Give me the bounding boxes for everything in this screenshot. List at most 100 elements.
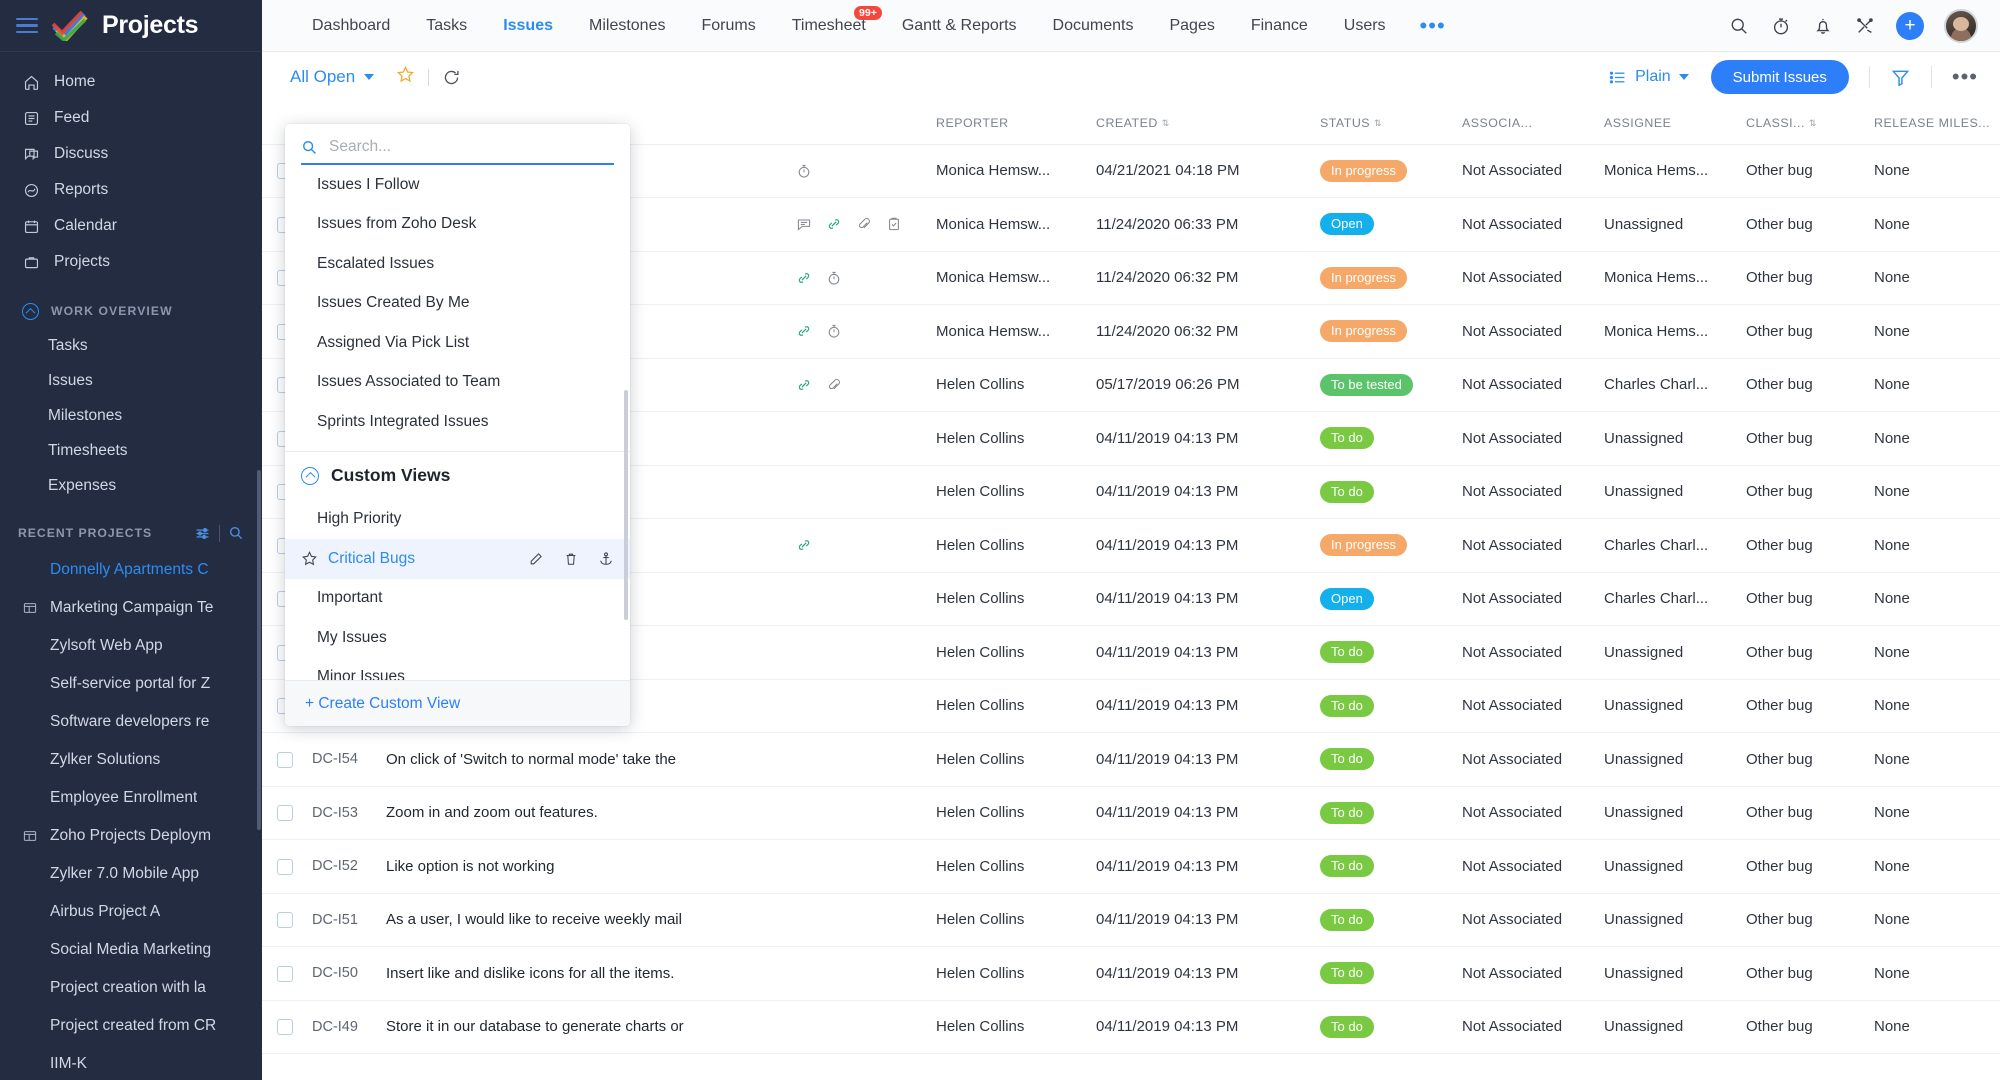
add-new-button[interactable]: +	[1896, 11, 1924, 40]
col-classification[interactable]: CLASSI... ⇅	[1740, 102, 1868, 145]
table-row[interactable]: DC-I50 Insert like and dislike icons for …	[262, 946, 2000, 1001]
attach-icon[interactable]	[856, 216, 872, 232]
view-selector-dropdown[interactable]: All Open	[290, 67, 375, 87]
row-title[interactable]: Insert like and dislike icons for all th…	[380, 946, 790, 1001]
tab-documents[interactable]: Documents	[1035, 0, 1152, 52]
row-status[interactable]: Open	[1314, 197, 1456, 252]
row-status[interactable]: To do	[1314, 786, 1456, 840]
row-status[interactable]: In progress	[1314, 518, 1456, 573]
dropdown-item-sprints-integrated-issues[interactable]: Sprints Integrated Issues	[285, 402, 630, 442]
clipboard-icon[interactable]	[886, 216, 902, 232]
table-row[interactable]: DC-I49 Store it in our database to genera…	[262, 1000, 2000, 1054]
sidebar-item-discuss[interactable]: Discuss	[0, 136, 262, 172]
comment-icon[interactable]	[796, 216, 812, 232]
dropdown-item-important[interactable]: Important	[285, 579, 630, 619]
row-id[interactable]: DC-I53	[308, 786, 380, 840]
project-item-zoho-projects-deployment[interactable]: Zoho Projects Deploym	[0, 817, 262, 855]
dropdown-item-escalated-issues[interactable]: Escalated Issues	[285, 244, 630, 284]
sidebar-item-home[interactable]: Home	[0, 64, 262, 100]
project-item-self-service-portal[interactable]: Self-service portal for Z	[0, 665, 262, 703]
row-status[interactable]: In progress	[1314, 144, 1456, 198]
project-item-zylker-solutions[interactable]: Zylker Solutions	[0, 741, 262, 779]
tab-timesheet[interactable]: Timesheet 99+	[774, 0, 884, 52]
row-checkbox[interactable]	[277, 912, 293, 929]
project-item-project-creation-with-la[interactable]: Project creation with la	[0, 969, 262, 1007]
delete-icon[interactable]	[563, 551, 579, 567]
link-green-icon[interactable]	[796, 377, 812, 393]
dropdown-item-issues-created-by-me[interactable]: Issues Created By Me	[285, 284, 630, 324]
row-status[interactable]: To do	[1314, 732, 1456, 787]
tab-gantt-reports[interactable]: Gantt & Reports	[884, 0, 1035, 52]
col-release-milestone[interactable]: RELEASE MILES...	[1868, 102, 2000, 145]
project-item-employee-enrollment[interactable]: Employee Enrollment	[0, 779, 262, 817]
sidebar-item-projects[interactable]: Projects	[0, 244, 262, 280]
more-options-icon[interactable]: •••	[1952, 66, 1978, 88]
search-input[interactable]	[329, 138, 614, 156]
project-item-donnelly-apartments[interactable]: Donnelly Apartments C	[0, 551, 262, 589]
tab-pages[interactable]: Pages	[1151, 0, 1232, 52]
table-row[interactable]: DC-I52 Like option is not working Helen Co…	[262, 839, 2000, 894]
col-status[interactable]: STATUS ⇅	[1314, 102, 1456, 145]
row-id[interactable]: DC-I50	[308, 946, 380, 1001]
more-tabs-icon[interactable]: •••	[1404, 6, 1462, 46]
row-title[interactable]: On click of 'Switch to normal mode' take…	[380, 732, 790, 787]
row-title[interactable]: Zoom in and zoom out features.	[380, 786, 790, 840]
row-checkbox[interactable]	[277, 858, 293, 875]
tab-dashboard[interactable]: Dashboard	[294, 0, 408, 52]
row-status[interactable]: To do	[1314, 465, 1456, 519]
tab-users[interactable]: Users	[1326, 0, 1404, 52]
col-reporter[interactable]: REPORTER	[930, 102, 1090, 145]
row-status[interactable]: To do	[1314, 946, 1456, 1001]
timer-icon[interactable]	[1770, 15, 1792, 37]
table-row[interactable]: DC-I53 Zoom in and zoom out features. Hele…	[262, 786, 2000, 840]
project-item-project-created-from-cr[interactable]: Project created from CR	[0, 1007, 262, 1045]
link-green-icon[interactable]	[796, 323, 812, 339]
layout-mode-selector[interactable]: Plain	[1608, 68, 1689, 87]
col-associated[interactable]: ASSOCIA...	[1456, 102, 1598, 145]
row-status[interactable]: To be tested	[1314, 358, 1456, 412]
sidebar-item-timesheets[interactable]: Timesheets	[0, 433, 262, 468]
dropdown-item-issues-i-follow[interactable]: Issues I Follow	[285, 165, 630, 205]
favorite-star-icon[interactable]	[396, 65, 415, 90]
row-id[interactable]: DC-I49	[308, 1000, 380, 1054]
timer-icon[interactable]	[826, 323, 842, 339]
dropdown-item-high-priority[interactable]: High Priority	[285, 500, 630, 540]
row-status[interactable]: To do	[1314, 679, 1456, 733]
tools-icon[interactable]	[1854, 15, 1876, 37]
row-status[interactable]: To do	[1314, 1000, 1456, 1054]
link-green-icon[interactable]	[826, 216, 842, 232]
project-item-software-developers[interactable]: Software developers re	[0, 703, 262, 741]
work-overview-section-header[interactable]: WORK OVERVIEW	[0, 294, 262, 328]
attach-icon[interactable]	[826, 377, 842, 393]
filter-icon[interactable]	[1890, 67, 1911, 88]
user-avatar[interactable]	[1944, 8, 1978, 43]
tab-forums[interactable]: Forums	[683, 0, 773, 52]
row-status[interactable]: To do	[1314, 411, 1456, 466]
sort-icon[interactable]: ⇅	[1162, 118, 1170, 128]
col-created[interactable]: CREATED ⇅	[1090, 102, 1314, 145]
table-row[interactable]: DC-I51 As a user, I would like to receive…	[262, 893, 2000, 947]
row-status[interactable]: Open	[1314, 572, 1456, 626]
create-custom-view-link[interactable]: + Create Custom View	[305, 695, 460, 713]
anchor-icon[interactable]	[598, 551, 614, 567]
dropdown-item-issues-from-zoho-desk[interactable]: Issues from Zoho Desk	[285, 205, 630, 245]
row-id[interactable]: DC-I52	[308, 839, 380, 894]
edit-icon[interactable]	[528, 551, 544, 567]
sidebar-item-expenses[interactable]: Expenses	[0, 468, 262, 503]
row-title[interactable]: As a user, I would like to receive weekl…	[380, 893, 790, 947]
tab-tasks[interactable]: Tasks	[408, 0, 485, 52]
timer-icon[interactable]	[826, 270, 842, 286]
dropdown-item-critical-bugs[interactable]: Critical Bugs	[285, 539, 630, 579]
hamburger-menu-icon[interactable]	[16, 17, 38, 34]
row-checkbox[interactable]	[277, 965, 293, 982]
col-assignee[interactable]: ASSIGNEE	[1598, 102, 1740, 145]
sidebar-item-feed[interactable]: Feed	[0, 100, 262, 136]
sidebar-item-tasks[interactable]: Tasks	[0, 328, 262, 363]
search-projects-icon[interactable]	[228, 525, 244, 541]
sidebar-item-calendar[interactable]: Calendar	[0, 208, 262, 244]
sidebar-item-reports[interactable]: Reports	[0, 172, 262, 208]
row-id[interactable]: DC-I51	[308, 893, 380, 947]
custom-views-group-header[interactable]: Custom Views	[285, 452, 630, 500]
search-icon[interactable]	[1728, 15, 1750, 37]
row-checkbox[interactable]	[277, 805, 293, 822]
